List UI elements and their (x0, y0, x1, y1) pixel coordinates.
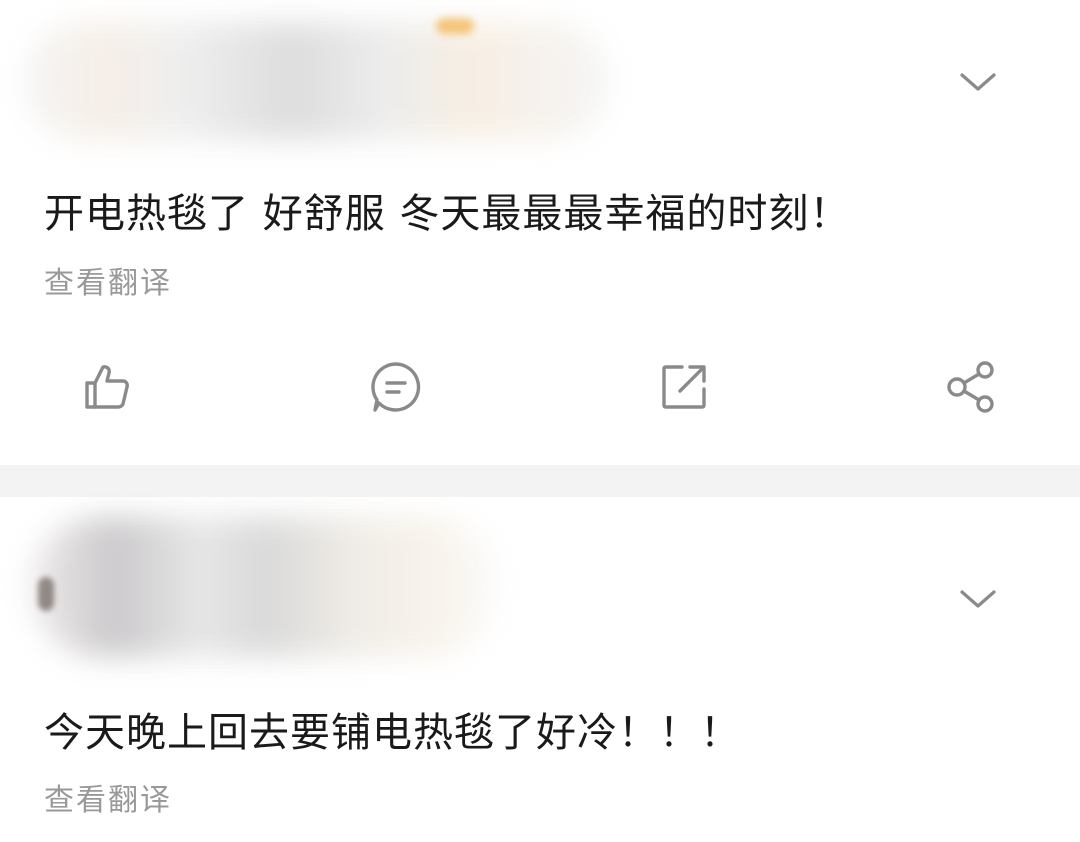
post-text: 开电热毯了 好舒服 冬天最最最幸福的时刻！ (44, 191, 851, 237)
like-button[interactable] (72, 352, 142, 422)
avatar (38, 577, 54, 611)
view-translation-link[interactable]: 查看翻译 (44, 781, 172, 821)
share-button[interactable] (937, 352, 1007, 422)
chevron-down-icon (960, 590, 996, 608)
user-badge (436, 18, 474, 34)
post-actions-bar (0, 352, 1080, 422)
post-card: 开电热毯了 好舒服 冬天最最最幸福的时刻！ 查看翻译 (0, 0, 1080, 465)
post-card: 今天晚上回去要铺电热毯了好冷！！！ 查看翻译 (0, 497, 1080, 842)
view-translation-link[interactable]: 查看翻译 (44, 264, 172, 304)
blurred-user-info (30, 517, 500, 657)
post-separator (0, 465, 1080, 497)
comment-icon (371, 362, 421, 412)
like-icon (85, 365, 129, 409)
repost-icon (662, 365, 706, 409)
more-options-button[interactable] (950, 571, 1006, 627)
blurred-user-info (24, 22, 609, 140)
comment-button[interactable] (361, 352, 431, 422)
post-text: 今天晚上回去要铺电热毯了好冷！！！ (44, 710, 741, 756)
chevron-down-icon (960, 73, 996, 91)
feed: 开电热毯了 好舒服 冬天最最最幸福的时刻！ 查看翻译 今天晚上回去要铺电热毯了好… (0, 0, 1080, 842)
repost-button[interactable] (649, 352, 719, 422)
share-icon (947, 361, 994, 413)
more-options-button[interactable] (950, 54, 1006, 110)
